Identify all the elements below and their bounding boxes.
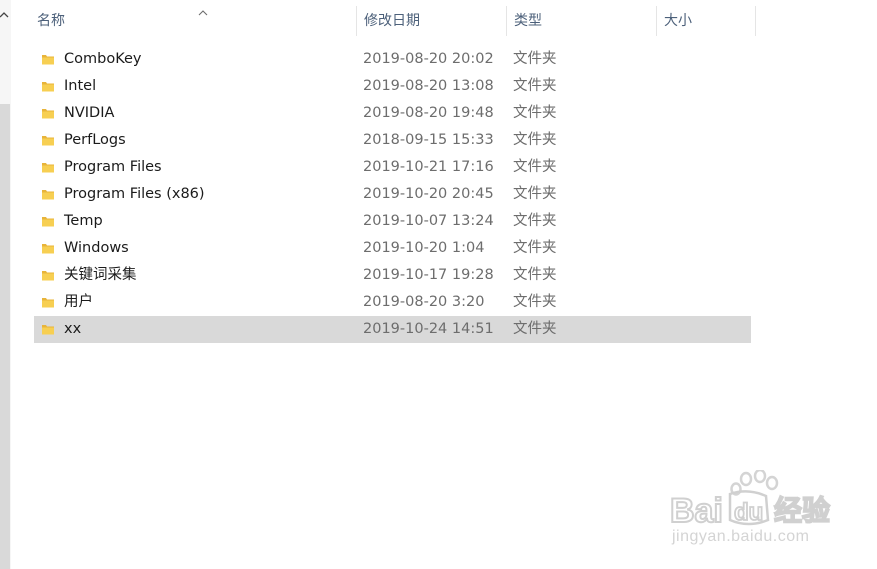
file-name: Program Files (x86) (64, 186, 205, 202)
file-row[interactable]: Intel 2019-08-20 13:08 文件夹 (34, 73, 751, 100)
file-date-modified: 2019-08-20 3:20 (363, 294, 485, 310)
file-explorer-window: 名称 修改日期 类型 大小 ComboKey 2019-08-20 20:02 文件… (0, 0, 877, 569)
file-name: PerfLogs (64, 132, 126, 148)
file-row[interactable]: Windows 2019-10-20 1:04 文件夹 (34, 235, 751, 262)
chevron-up-icon[interactable] (0, 9, 10, 21)
column-header-name[interactable]: 名称 (30, 6, 356, 36)
baidu-logo: Bai du 经验 (669, 470, 831, 528)
file-name: 用户 (64, 294, 93, 310)
file-type: 文件夹 (513, 132, 557, 148)
file-row[interactable]: Temp 2019-10-07 13:24 文件夹 (34, 208, 751, 235)
file-row[interactable]: ComboKey 2019-08-20 20:02 文件夹 (34, 46, 751, 73)
file-name: ComboKey (64, 51, 142, 67)
folder-icon (41, 322, 55, 336)
file-date-modified: 2019-08-20 13:08 (363, 78, 494, 94)
file-type: 文件夹 (513, 321, 557, 337)
svg-text:经验: 经验 (774, 494, 830, 527)
svg-text:du: du (734, 499, 763, 526)
file-name: Intel (64, 78, 97, 94)
column-header-date-modified[interactable]: 修改日期 (356, 6, 506, 36)
file-date-modified: 2019-10-07 13:24 (363, 213, 494, 229)
file-date-modified: 2019-10-20 20:45 (363, 186, 494, 202)
file-date-modified: 2019-10-17 19:28 (363, 267, 494, 283)
file-name: Temp (64, 213, 103, 229)
file-type: 文件夹 (513, 294, 557, 310)
folder-icon (41, 79, 55, 93)
file-type: 文件夹 (513, 240, 557, 256)
file-type: 文件夹 (513, 105, 557, 121)
file-date-modified: 2019-10-20 1:04 (363, 240, 485, 256)
file-name: NVIDIA (64, 105, 115, 121)
file-type: 文件夹 (513, 51, 557, 67)
file-type: 文件夹 (513, 267, 557, 283)
file-name: Program Files (64, 159, 162, 175)
file-row[interactable]: Program Files (x86) 2019-10-20 20:45 文件夹 (34, 181, 751, 208)
folder-icon (41, 187, 55, 201)
file-row[interactable]: NVIDIA 2019-08-20 19:48 文件夹 (34, 100, 751, 127)
file-date-modified: 2018-09-15 15:33 (363, 132, 494, 148)
file-name: 关键词采集 (64, 267, 137, 283)
watermark-url: jingyan.baidu.com (672, 528, 810, 545)
file-type: 文件夹 (513, 186, 557, 202)
file-date-modified: 2019-10-24 14:51 (363, 321, 494, 337)
file-row[interactable]: 关键词采集 2019-10-17 19:28 文件夹 (34, 262, 751, 289)
column-header-bar: 名称 修改日期 类型 大小 (11, 0, 877, 40)
file-row[interactable]: xx 2019-10-24 14:51 文件夹 (34, 316, 751, 343)
folder-icon (41, 214, 55, 228)
file-type: 文件夹 (513, 78, 557, 94)
folder-icon (41, 241, 55, 255)
file-row[interactable]: Program Files 2019-10-21 17:16 文件夹 (34, 154, 751, 181)
file-type: 文件夹 (513, 159, 557, 175)
baidu-jingyan-watermark: Bai du 经验 jingyan.baidu.com (668, 470, 868, 550)
file-row[interactable]: 用户 2019-08-20 3:20 文件夹 (34, 289, 751, 316)
file-row[interactable]: PerfLogs 2018-09-15 15:33 文件夹 (34, 127, 751, 154)
file-date-modified: 2019-08-20 20:02 (363, 51, 494, 67)
folder-icon (41, 106, 55, 120)
file-date-modified: 2019-08-20 19:48 (363, 105, 494, 121)
folder-icon (41, 268, 55, 282)
file-date-modified: 2019-10-21 17:16 (363, 159, 494, 175)
file-name: xx (64, 321, 82, 337)
scrollbar-thumb[interactable] (0, 104, 10, 569)
folder-icon (41, 160, 55, 174)
svg-text:Bai: Bai (670, 492, 723, 528)
file-name: Windows (64, 240, 129, 256)
file-list: ComboKey 2019-08-20 20:02 文件夹 Intel 2019-08-… (34, 46, 751, 343)
navigation-pane-scrollbar[interactable] (0, 0, 11, 569)
file-type: 文件夹 (513, 213, 557, 229)
column-header-type[interactable]: 类型 (506, 6, 656, 36)
folder-icon (41, 295, 55, 309)
folder-icon (41, 133, 55, 147)
column-header-size[interactable]: 大小 (656, 6, 756, 36)
folder-icon (41, 52, 55, 66)
